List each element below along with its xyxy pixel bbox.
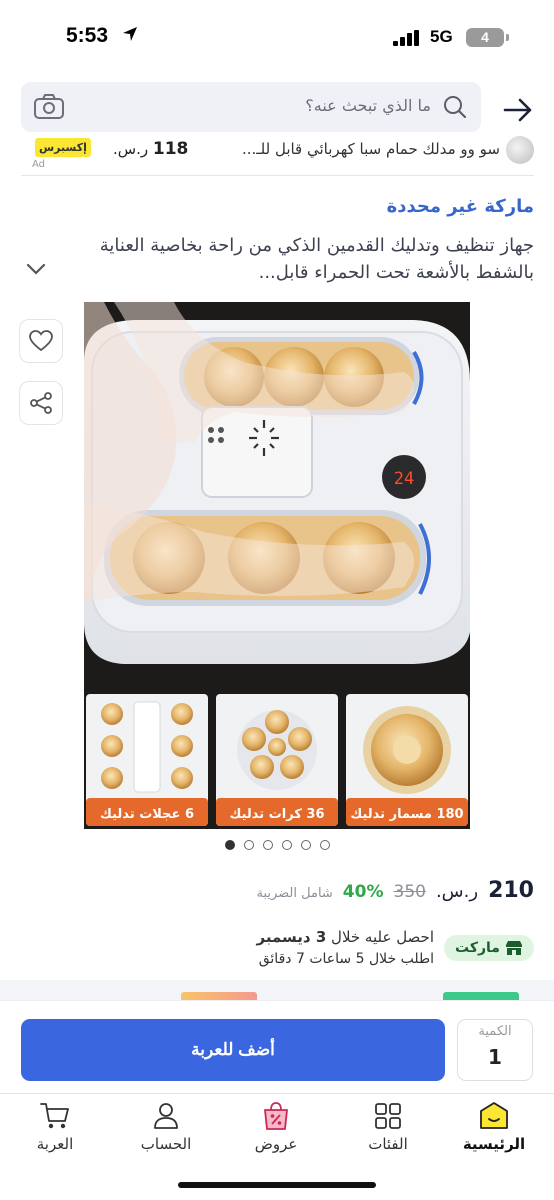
- foot-spa-product-image: 24 6 عجلات تدليك 36 كرات تدليك 180 مسمار…: [84, 302, 470, 829]
- order-countdown: اطلب خلال 5 ساعات 7 دقائق: [258, 951, 434, 967]
- wishlist-button[interactable]: [19, 319, 63, 363]
- nav-item-offers[interactable]: عروض: [228, 1100, 324, 1160]
- search-placeholder: ما الذي تبحث عنه؟: [305, 96, 431, 115]
- bottom-navigation: الرئيسية الفئات عروض الحساب العربة: [0, 1093, 554, 1200]
- search-icon: [444, 96, 467, 119]
- panel-caption-wheels: 6 عجلات تدليك: [100, 807, 194, 822]
- ad-product-thumbnail: [506, 136, 534, 164]
- temperature-display: 24: [394, 469, 414, 489]
- ad-label: Ad: [32, 159, 46, 170]
- current-price: 210: [488, 878, 534, 903]
- cellular-signal-icon: [393, 30, 419, 46]
- quantity-selector[interactable]: الكمية 1: [457, 1019, 533, 1081]
- pager-dot[interactable]: [224, 840, 235, 850]
- brand-link[interactable]: ماركة غير محددة: [387, 196, 534, 217]
- nav-label: الحساب: [140, 1135, 192, 1153]
- status-bar: 5:53 5G 4: [0, 0, 554, 74]
- price-currency: ر.س.: [435, 881, 479, 902]
- promo-chip: [181, 992, 257, 1000]
- battery-indicator: 4: [466, 28, 504, 47]
- share-button[interactable]: [19, 381, 63, 425]
- add-to-cart-bar: أضف للعربة الكمية 1: [0, 1000, 554, 1092]
- delivery-info: ماركت احصل عليه خلال 3 ديسمبر اطلب خلال …: [20, 925, 534, 975]
- user-icon: [154, 1103, 178, 1129]
- nav-label: العربة: [36, 1135, 74, 1153]
- share-icon: [30, 392, 52, 414]
- below-fold-strip: [0, 980, 554, 1000]
- store-icon: [505, 941, 522, 955]
- quantity-label: الكمية: [478, 1024, 512, 1039]
- home-icon: [480, 1102, 508, 1129]
- promo-chip: [443, 992, 519, 1000]
- status-time: 5:53: [66, 24, 109, 47]
- home-indicator: [178, 1182, 376, 1188]
- delivery-date: احصل عليه خلال 3 ديسمبر: [256, 928, 435, 946]
- nav-item-home[interactable]: الرئيسية: [446, 1100, 542, 1160]
- panel-caption-nails: 180 مسمار تدليك: [350, 807, 463, 822]
- ad-product-price: 118 ر.س.: [113, 139, 189, 159]
- feature-panels: 6 عجلات تدليك 36 كرات تدليك 180 مسمار تد…: [86, 694, 468, 826]
- camera-icon[interactable]: [33, 94, 65, 120]
- pager-dot[interactable]: [243, 840, 254, 850]
- nav-item-cart[interactable]: العربة: [7, 1100, 103, 1160]
- nav-item-account[interactable]: الحساب: [118, 1100, 214, 1160]
- location-arrow-icon: [123, 27, 137, 41]
- image-pager[interactable]: [0, 840, 554, 850]
- pager-dot[interactable]: [300, 840, 311, 850]
- chevron-down-icon[interactable]: [26, 262, 46, 276]
- panel-caption-balls: 36 كرات تدليك: [230, 807, 325, 822]
- cart-icon: [40, 1103, 69, 1129]
- pager-dot[interactable]: [262, 840, 273, 850]
- add-to-cart-button[interactable]: أضف للعربة: [21, 1019, 445, 1081]
- heart-icon: [29, 330, 53, 352]
- nav-label: عروض: [254, 1135, 298, 1153]
- offers-icon: [264, 1102, 288, 1130]
- quantity-value: 1: [488, 1045, 502, 1069]
- market-badge-label: ماركت: [455, 940, 500, 956]
- nav-label: الفئات: [368, 1135, 408, 1153]
- discount-percent: 40%: [342, 882, 384, 902]
- battery-tip: [506, 34, 509, 41]
- back-arrow-icon[interactable]: [500, 92, 536, 128]
- nav-label: الرئيسية: [462, 1135, 526, 1153]
- nav-item-categories[interactable]: الفئات: [340, 1100, 436, 1160]
- network-type: 5G: [430, 27, 453, 46]
- express-badge: إكسبرس: [35, 138, 91, 157]
- pager-dot[interactable]: [319, 840, 330, 850]
- grid-icon: [375, 1103, 401, 1129]
- product-title: جهاز تنظيف وتدليك القدمين الذكي من راحة …: [99, 235, 534, 283]
- sponsored-product-strip[interactable]: سو وو مدلك حمام سبا كهربائي قابل للـ... …: [21, 136, 534, 176]
- pager-dot[interactable]: [281, 840, 292, 850]
- old-price: 350: [393, 882, 426, 902]
- product-image-gallery[interactable]: 24 6 عجلات تدليك 36 كرات تدليك 180 مسمار…: [84, 302, 470, 829]
- search-input[interactable]: ما الذي تبحث عنه؟: [21, 82, 481, 132]
- market-badge: ماركت: [444, 935, 534, 961]
- tax-note: شامل الضريبة: [256, 886, 333, 901]
- ad-product-title: سو وو مدلك حمام سبا كهربائي قابل للـ...: [241, 140, 500, 158]
- price-row: 210 ر.س. 350 40% شامل الضريبة: [256, 878, 534, 912]
